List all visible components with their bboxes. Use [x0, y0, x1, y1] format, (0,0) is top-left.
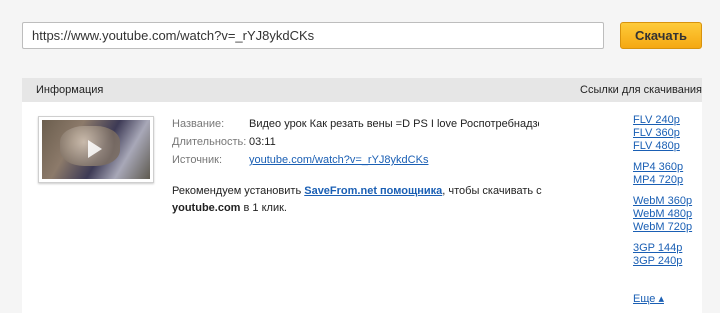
link-webm-720[interactable]: WebM 720p: [633, 221, 692, 234]
link-flv-240[interactable]: FLV 240p: [633, 114, 692, 127]
info-header: Информация: [36, 84, 104, 96]
link-webm-360[interactable]: WebM 360p: [633, 195, 692, 208]
links-flv: FLV 240p FLV 360p FLV 480p: [633, 114, 692, 153]
meta-source-link[interactable]: youtube.com/watch?v=_rYJ8ykdCKs: [249, 154, 428, 166]
more-links-button[interactable]: Еще ▴: [633, 292, 664, 305]
links-webm: WebM 360p WebM 480p WebM 720p: [633, 195, 692, 234]
meta-duration-row: Длительность: 03:11: [172, 133, 539, 151]
recommend-middle: , чтобы скачивать с: [442, 185, 542, 197]
meta-duration-value: 03:11: [249, 136, 276, 148]
url-input[interactable]: [22, 22, 604, 49]
link-mp4-720[interactable]: MP4 720p: [633, 174, 692, 187]
link-flv-480[interactable]: FLV 480p: [633, 140, 692, 153]
download-button[interactable]: Скачать: [620, 22, 702, 49]
meta-source-row: Источник: youtube.com/watch?v=_rYJ8ykdCK…: [172, 151, 539, 169]
results-panel: Информация Ссылки для скачивания Названи…: [22, 78, 702, 313]
meta-duration-label: Длительность:: [172, 136, 247, 148]
links-3gp: 3GP 144p 3GP 240p: [633, 242, 692, 268]
helper-link[interactable]: SaveFrom.net помощника: [304, 185, 442, 197]
video-thumbnail[interactable]: [38, 116, 154, 183]
recommend-suffix: в 1 клик.: [240, 202, 287, 214]
meta-title-row: Название: Видео урок Как резать вены =D …: [172, 115, 539, 133]
links-header: Ссылки для скачивания: [580, 84, 702, 96]
play-icon: [88, 140, 102, 158]
video-meta: Название: Видео урок Как резать вены =D …: [172, 115, 539, 169]
thumbnail-image: [42, 120, 150, 179]
links-mp4: MP4 360p MP4 720p: [633, 161, 692, 187]
download-links: FLV 240p FLV 360p FLV 480p MP4 360p MP4 …: [633, 114, 692, 276]
link-webm-480[interactable]: WebM 480p: [633, 208, 692, 221]
results-header: Информация Ссылки для скачивания: [22, 78, 702, 102]
meta-title-value: Видео урок Как резать вены =D PS I love …: [249, 118, 539, 130]
recommend-text: Рекомендуем установить SaveFrom.net помо…: [172, 183, 552, 217]
link-3gp-240[interactable]: 3GP 240p: [633, 255, 692, 268]
link-flv-360[interactable]: FLV 360p: [633, 127, 692, 140]
recommend-site: youtube.com: [172, 202, 241, 214]
meta-title-label: Название:: [172, 118, 225, 130]
recommend-prefix: Рекомендуем установить: [172, 185, 305, 197]
link-3gp-144[interactable]: 3GP 144p: [633, 242, 692, 255]
meta-source-label: Источник:: [172, 154, 223, 166]
link-mp4-360[interactable]: MP4 360p: [633, 161, 692, 174]
